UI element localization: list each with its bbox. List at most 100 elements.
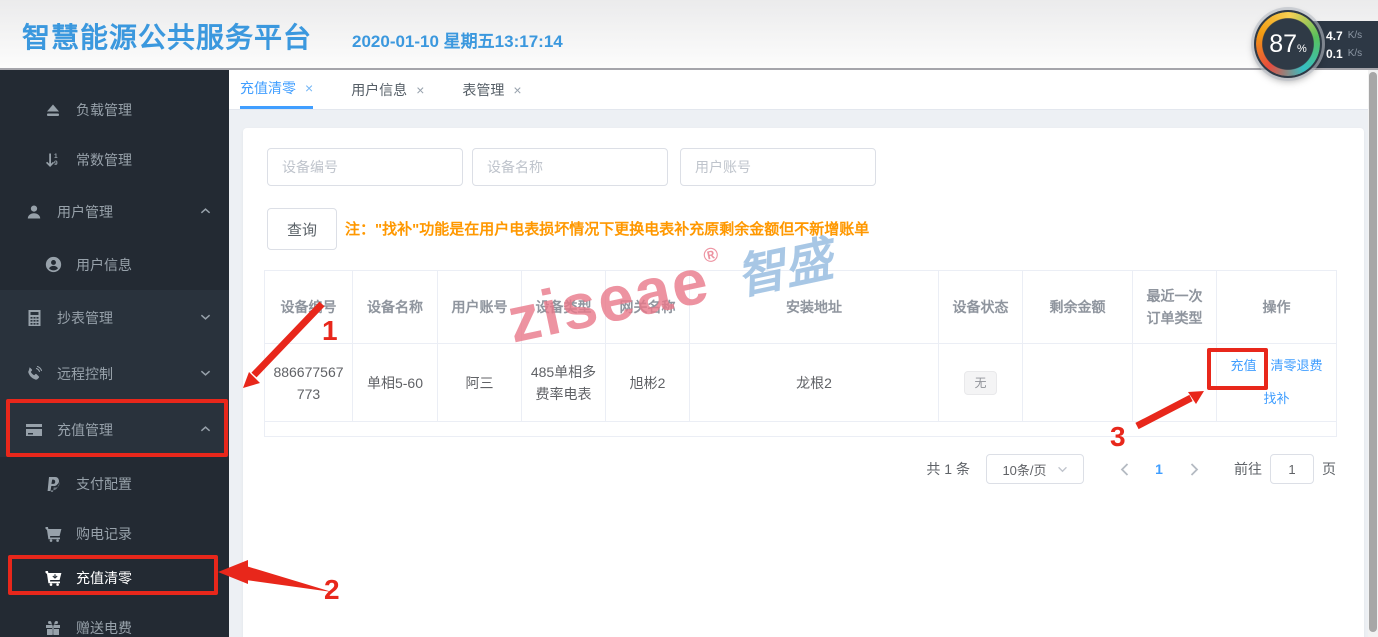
- tab-user-info[interactable]: 用户信息 ×: [351, 70, 424, 109]
- sidebar-item-label: 赠送电费: [76, 618, 132, 637]
- page-size-value: 10条/页: [1002, 460, 1046, 479]
- svg-text:9: 9: [54, 160, 58, 167]
- download-speed-row: 0.1 K/s: [1313, 47, 1378, 61]
- chevron-down-icon: [200, 369, 211, 377]
- sidebar-item-meter-reading[interactable]: 抄表管理: [0, 291, 229, 344]
- eject-icon: [44, 101, 62, 119]
- tab-recharge-clear[interactable]: 充值清零 ×: [240, 70, 313, 109]
- upload-speed-unit: K/s: [1348, 30, 1362, 41]
- tab-meter-mgmt[interactable]: 表管理 ×: [462, 70, 521, 109]
- chevron-up-icon: [200, 207, 211, 215]
- sort-numeric-icon: 19: [44, 151, 62, 169]
- tab-label: 表管理: [462, 80, 504, 100]
- query-button[interactable]: 查询: [267, 208, 337, 250]
- goto-page-input[interactable]: [1270, 454, 1314, 484]
- sidebar-item-gift-electricity[interactable]: 赠送电费: [0, 601, 229, 637]
- col-install-address: 安装地址: [690, 271, 939, 344]
- chevron-up-icon: [200, 425, 211, 433]
- status-badge: 无: [964, 371, 996, 395]
- cell-gateway-name: 旭彬2: [606, 344, 690, 422]
- close-icon[interactable]: ×: [305, 80, 313, 96]
- download-speed-unit: K/s: [1348, 48, 1362, 59]
- sidebar-item-user-mgmt[interactable]: 用户管理: [0, 185, 229, 238]
- user-icon: [25, 203, 43, 221]
- sidebar-item-label: 用户信息: [76, 255, 132, 275]
- cell-actions: 充值 清零退费 找补: [1217, 344, 1337, 422]
- col-user-account: 用户账号: [438, 271, 522, 344]
- sidebar-item-label: 充值管理: [57, 420, 113, 440]
- credit-card-icon: [25, 421, 43, 439]
- sidebar-item-label: 支付配置: [76, 474, 132, 494]
- compensate-link[interactable]: 找补: [1263, 391, 1289, 406]
- page-title: 智慧能源公共服务平台: [22, 16, 312, 56]
- upload-speed-value: 4.7: [1326, 29, 1343, 43]
- clear-refund-link[interactable]: 清零退费: [1271, 355, 1323, 377]
- app-header: 智慧能源公共服务平台 2020-01-10 星期五13:17:14: [0, 0, 1378, 70]
- cell-device-no: 886677567773: [265, 344, 353, 422]
- phone-icon: [25, 365, 43, 383]
- cell-last-order-type: [1133, 344, 1217, 422]
- gauge-percent-unit: %: [1297, 43, 1307, 55]
- col-device-status: 设备状态: [939, 271, 1023, 344]
- note-text: 注："找补"功能是在用户电表损坏情况下更换电表补充原剩余金额但不新增账单: [345, 221, 869, 239]
- download-speed-value: 0.1: [1326, 47, 1343, 61]
- paypal-icon: [44, 475, 62, 493]
- sidebar-nav: 负载管理 19 常数管理 用户管理 用户信息: [0, 70, 229, 637]
- cell-install-address: 龙根2: [690, 344, 939, 422]
- sidebar-item-recharge-mgmt[interactable]: 充值管理: [0, 403, 229, 456]
- sidebar-item-load-mgmt[interactable]: 负载管理: [0, 83, 229, 136]
- gauge-percent: 87: [1269, 30, 1297, 59]
- device-table: 设备编号 设备名称 用户账号 设备类型 网关名称 安装地址 设备状态 剩余金额 …: [264, 270, 1337, 437]
- upload-speed-row: 4.7 K/s: [1313, 29, 1378, 43]
- page-number[interactable]: 1: [1144, 461, 1174, 477]
- col-device-type: 设备类型: [522, 271, 606, 344]
- cell-balance: [1023, 344, 1133, 422]
- recharge-link[interactable]: 充值: [1230, 355, 1256, 377]
- table-scroll-gutter: [265, 422, 1337, 437]
- close-icon[interactable]: ×: [513, 82, 521, 98]
- close-icon[interactable]: ×: [416, 82, 424, 98]
- tab-bar: 充值清零 × 用户信息 × 表管理 ×: [229, 70, 1378, 110]
- col-last-order-type: 最近一次 订单类型: [1133, 271, 1217, 344]
- col-balance: 剩余金额: [1023, 271, 1133, 344]
- scrollbar-thumb[interactable]: [1369, 72, 1377, 632]
- total-count: 共 1 条: [926, 459, 970, 479]
- cpu-gauge-widget: 87 %: [1254, 10, 1322, 78]
- device-name-input[interactable]: [472, 148, 668, 186]
- sidebar-item-constant-mgmt[interactable]: 19 常数管理: [0, 133, 229, 186]
- cell-device-name: 单相5-60: [353, 344, 438, 422]
- device-no-input[interactable]: [267, 148, 463, 186]
- col-device-name: 设备名称: [353, 271, 438, 344]
- user-circle-icon: [44, 256, 62, 274]
- svg-text:1: 1: [54, 153, 58, 160]
- user-account-input[interactable]: [680, 148, 876, 186]
- sidebar-item-remote-control[interactable]: 远程控制: [0, 347, 229, 400]
- page-size-select[interactable]: 10条/页: [986, 454, 1084, 484]
- tab-label: 充值清零: [240, 78, 296, 98]
- gift-icon: [44, 619, 62, 637]
- app-window: 智慧能源公共服务平台 2020-01-10 星期五13:17:14 4.7 K/…: [0, 0, 1378, 637]
- content-card: 查询 注："找补"功能是在用户电表损坏情况下更换电表补充原剩余金额但不新增账单 …: [243, 128, 1364, 637]
- prev-page-icon[interactable]: [1110, 463, 1138, 476]
- cell-user-account: 阿三: [438, 344, 522, 422]
- sidebar-item-user-info[interactable]: 用户信息: [0, 238, 229, 291]
- cell-device-type: 485单相多费率电表: [522, 344, 606, 422]
- scrollbar-track: [1368, 70, 1378, 637]
- chevron-down-icon: [1057, 466, 1068, 473]
- cart-icon: [44, 525, 62, 543]
- sidebar-item-recharge-clear[interactable]: 充值清零: [0, 551, 229, 604]
- header-datetime: 2020-01-10 星期五13:17:14: [352, 27, 563, 52]
- cell-device-status: 无: [939, 344, 1023, 422]
- table-header-row: 设备编号 设备名称 用户账号 设备类型 网关名称 安装地址 设备状态 剩余金额 …: [265, 271, 1337, 344]
- sidebar-item-payment-config[interactable]: 支付配置: [0, 457, 229, 510]
- meter-icon: [25, 309, 43, 327]
- chevron-down-icon: [200, 313, 211, 321]
- next-page-icon[interactable]: [1180, 463, 1208, 476]
- cart-clear-icon: [44, 569, 62, 587]
- main-content: 查询 注："找补"功能是在用户电表损坏情况下更换电表补充原剩余金额但不新增账单 …: [229, 110, 1378, 637]
- sidebar-item-label: 购电记录: [76, 524, 132, 544]
- table-row: 886677567773 单相5-60 阿三 485单相多费率电表 旭彬2 龙根…: [265, 344, 1337, 422]
- sidebar-item-label: 远程控制: [57, 364, 113, 384]
- sidebar-item-label: 充值清零: [76, 568, 132, 588]
- sidebar-item-label: 用户管理: [57, 202, 113, 222]
